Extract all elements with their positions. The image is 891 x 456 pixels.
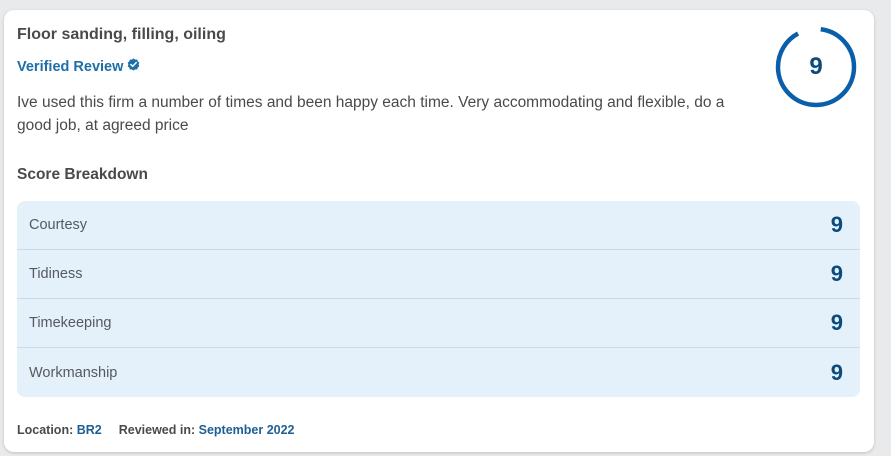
verified-check-icon bbox=[127, 57, 140, 71]
score-breakdown-list: Courtesy 9 Tidiness 9 Timekeeping 9 Work… bbox=[17, 201, 860, 397]
breakdown-category: Timekeeping bbox=[29, 315, 112, 331]
breakdown-title: Score Breakdown bbox=[17, 166, 148, 183]
breakdown-row-workmanship: Workmanship 9 bbox=[17, 348, 860, 397]
review-text: Ive used this firm a number of times and… bbox=[17, 94, 725, 134]
location-value: BR2 bbox=[76, 423, 102, 437]
breakdown-score: 9 bbox=[830, 310, 843, 335]
verified-review-link[interactable]: Verified Review bbox=[17, 57, 140, 75]
breakdown-category: Courtesy bbox=[29, 217, 88, 233]
job-title: Floor sanding, filling, oiling bbox=[17, 26, 226, 43]
breakdown-score: 9 bbox=[830, 212, 843, 237]
breakdown-category: Workmanship bbox=[29, 364, 118, 381]
breakdown-score: 9 bbox=[830, 261, 843, 286]
breakdown-category: Tidiness bbox=[29, 266, 83, 282]
breakdown-score: 9 bbox=[830, 359, 843, 385]
location-label: Location: bbox=[17, 423, 74, 437]
reviewed-label: Reviewed in: bbox=[118, 423, 196, 437]
verified-review-label: Verified Review bbox=[17, 59, 124, 75]
breakdown-row-tidiness: Tidiness 9 bbox=[17, 250, 860, 299]
breakdown-row-courtesy: Courtesy 9 bbox=[17, 201, 860, 250]
reviewed-value: September 2022 bbox=[198, 423, 295, 437]
review-footer: Location: BR2 Reviewed in: September 202… bbox=[17, 423, 295, 437]
review-card: Floor sanding, filling, oiling Verified … bbox=[4, 10, 874, 452]
overall-score-ring: 9 bbox=[774, 25, 858, 109]
breakdown-row-timekeeping: Timekeeping 9 bbox=[17, 299, 860, 348]
overall-score-value: 9 bbox=[809, 53, 823, 80]
